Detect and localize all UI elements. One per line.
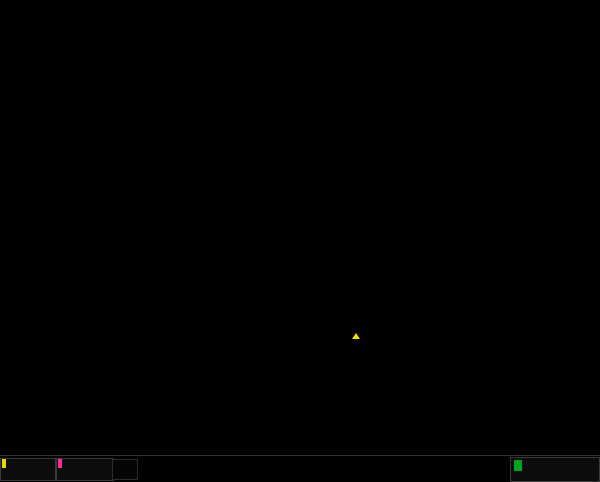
bottom-bar <box>0 455 600 481</box>
hd-badge <box>514 460 522 471</box>
histicon-strip <box>0 431 600 453</box>
c2-tag <box>58 459 62 468</box>
channel-c2-descriptor[interactable] <box>56 458 114 481</box>
channel-c1-descriptor[interactable] <box>0 458 56 481</box>
c1-tag <box>2 459 6 468</box>
trigger-position-marker-icon[interactable] <box>352 333 360 339</box>
timebase-axis <box>0 335 600 346</box>
add-trace-button[interactable] <box>112 459 138 480</box>
c1-descriptor-line1 <box>1 459 55 469</box>
c2-descriptor-line1 <box>57 459 113 469</box>
waveform-display[interactable] <box>0 40 600 334</box>
timebase-box[interactable] <box>510 457 600 482</box>
